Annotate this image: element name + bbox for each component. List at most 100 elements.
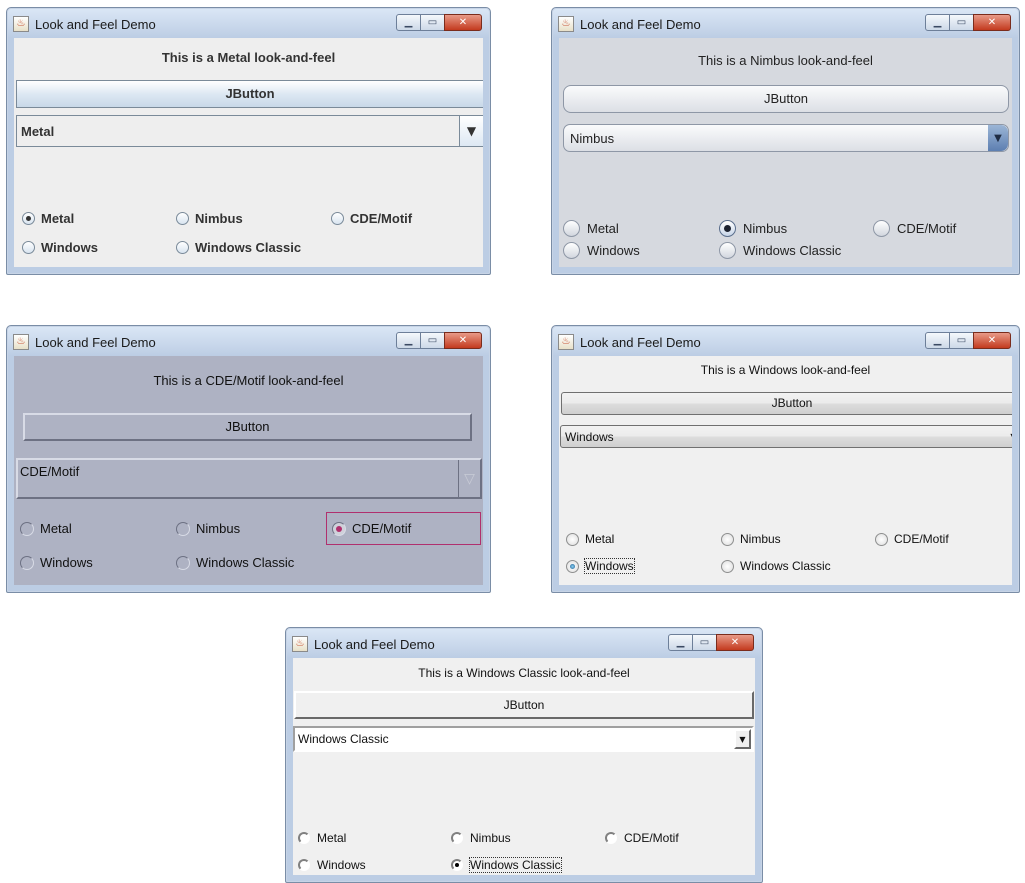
combo-value: CDE/Motif bbox=[20, 464, 80, 479]
radio-windows[interactable]: Windows bbox=[298, 858, 366, 872]
radio-metal[interactable]: Metal bbox=[22, 211, 74, 226]
look-and-feel-combo[interactable]: Metal ▼ bbox=[16, 115, 483, 147]
minimize-icon[interactable]: ▁ bbox=[396, 332, 421, 349]
radio-nimbus[interactable]: Nimbus bbox=[719, 220, 787, 237]
window-controls: ▁ ▭ ✕ bbox=[396, 14, 482, 31]
radio-metal[interactable]: Metal bbox=[563, 220, 619, 237]
radio-unselected-icon bbox=[451, 832, 463, 844]
combo-value: Metal bbox=[21, 123, 55, 139]
radio-label: Nimbus bbox=[195, 211, 243, 226]
radio-unselected-icon bbox=[566, 532, 579, 546]
radio-selected-icon bbox=[566, 559, 579, 573]
look-and-feel-combo[interactable]: CDE/Motif ▽ bbox=[16, 458, 482, 499]
radio-cde-motif[interactable]: CDE/Motif bbox=[331, 211, 412, 226]
radio-label: Windows Classic bbox=[469, 857, 562, 873]
radio-nimbus[interactable]: Nimbus bbox=[176, 521, 240, 536]
content-pane: This is a Windows look-and-feel JButton … bbox=[559, 356, 1012, 585]
jbutton[interactable]: JButton bbox=[16, 80, 483, 108]
jbutton[interactable]: JButton bbox=[23, 413, 472, 441]
title-bar[interactable]: ♨ Look and Feel Demo ▁ ▭ ✕ bbox=[552, 326, 1019, 356]
window-title: Look and Feel Demo bbox=[35, 17, 156, 32]
radio-selected-icon bbox=[451, 859, 463, 871]
look-and-feel-combo[interactable]: Windows ▼ bbox=[560, 425, 1012, 448]
content-pane: This is a Metal look-and-feel JButton Me… bbox=[14, 38, 483, 267]
window-controls: ▁ ▭ ✕ bbox=[925, 14, 1011, 31]
look-and-feel-combo[interactable]: Windows Classic ▼ bbox=[293, 726, 754, 752]
close-icon[interactable]: ✕ bbox=[973, 14, 1011, 31]
chevron-down-icon[interactable]: ▼ bbox=[988, 125, 1008, 151]
chevron-down-icon[interactable]: ▽ bbox=[458, 460, 480, 497]
radio-windows-classic[interactable]: Windows Classic bbox=[176, 240, 301, 255]
radio-windows[interactable]: Windows bbox=[563, 242, 640, 259]
radio-windows-classic[interactable]: Windows Classic bbox=[721, 559, 831, 573]
radio-label: CDE/Motif bbox=[350, 211, 413, 226]
radio-windows[interactable]: Windows bbox=[566, 558, 635, 574]
radio-unselected-icon bbox=[20, 555, 34, 570]
title-bar[interactable]: ♨ Look and Feel Demo ▁ ▭ ✕ bbox=[552, 8, 1019, 38]
jbutton[interactable]: JButton bbox=[561, 392, 1012, 415]
java-cup-icon: ♨ bbox=[558, 16, 574, 32]
chevron-down-icon[interactable]: ▼ bbox=[1005, 426, 1012, 447]
radio-cde-motif[interactable]: CDE/Motif bbox=[875, 532, 949, 546]
minimize-icon[interactable]: ▁ bbox=[668, 634, 693, 651]
radio-unselected-icon bbox=[298, 859, 310, 871]
maximize-icon[interactable]: ▭ bbox=[420, 332, 445, 349]
close-icon[interactable]: ✕ bbox=[973, 332, 1011, 349]
close-icon[interactable]: ✕ bbox=[444, 14, 482, 31]
window-controls: ▁ ▭ ✕ bbox=[396, 332, 482, 349]
radio-windows[interactable]: Windows bbox=[22, 240, 98, 255]
maximize-icon[interactable]: ▭ bbox=[692, 634, 717, 651]
content-pane: This is a Nimbus look-and-feel JButton N… bbox=[559, 38, 1012, 267]
radio-unselected-icon bbox=[563, 242, 580, 259]
radio-label: Windows bbox=[584, 558, 635, 574]
radio-nimbus[interactable]: Nimbus bbox=[176, 211, 243, 226]
radio-windows-classic[interactable]: Windows Classic bbox=[451, 857, 562, 873]
nimbus-demo-window: ♨ Look and Feel Demo ▁ ▭ ✕ This is a Nim… bbox=[551, 7, 1020, 275]
radio-windows-classic[interactable]: Windows Classic bbox=[176, 555, 294, 570]
window-controls: ▁ ▭ ✕ bbox=[925, 332, 1011, 349]
title-bar[interactable]: ♨ Look and Feel Demo ▁ ▭ ✕ bbox=[7, 8, 490, 38]
close-icon[interactable]: ✕ bbox=[444, 332, 482, 349]
minimize-icon[interactable]: ▁ bbox=[396, 14, 421, 31]
radio-metal[interactable]: Metal bbox=[20, 521, 72, 536]
radio-cde-motif[interactable]: CDE/Motif bbox=[605, 831, 679, 845]
radio-unselected-icon bbox=[605, 832, 617, 844]
maximize-icon[interactable]: ▭ bbox=[949, 332, 974, 349]
radio-unselected-icon bbox=[563, 220, 580, 237]
radio-selected-icon bbox=[332, 521, 346, 536]
radio-label: Windows bbox=[317, 858, 366, 872]
radio-cde-motif[interactable]: CDE/Motif bbox=[326, 512, 481, 545]
java-cup-icon: ♨ bbox=[292, 636, 308, 652]
radio-unselected-icon bbox=[873, 220, 890, 237]
radio-label: Nimbus bbox=[743, 221, 788, 236]
close-icon[interactable]: ✕ bbox=[716, 634, 754, 651]
radio-metal[interactable]: Metal bbox=[298, 831, 346, 845]
title-bar[interactable]: ♨ Look and Feel Demo ▁ ▭ ✕ bbox=[7, 326, 490, 356]
radio-label: CDE/Motif bbox=[624, 831, 679, 845]
jbutton[interactable]: JButton bbox=[294, 691, 754, 719]
radio-nimbus[interactable]: Nimbus bbox=[721, 532, 781, 546]
radio-windows[interactable]: Windows bbox=[20, 555, 93, 570]
maximize-icon[interactable]: ▭ bbox=[949, 14, 974, 31]
maximize-icon[interactable]: ▭ bbox=[420, 14, 445, 31]
look-and-feel-caption: This is a CDE/Motif look-and-feel bbox=[153, 373, 344, 388]
chevron-down-icon[interactable]: ▼ bbox=[459, 116, 483, 146]
chevron-down-icon[interactable]: ▼ bbox=[734, 729, 751, 749]
radio-nimbus[interactable]: Nimbus bbox=[451, 831, 511, 845]
radio-selected-icon bbox=[719, 220, 736, 237]
radio-windows-classic[interactable]: Windows Classic bbox=[719, 242, 841, 259]
radio-metal[interactable]: Metal bbox=[566, 532, 614, 546]
window-title: Look and Feel Demo bbox=[35, 335, 156, 350]
minimize-icon[interactable]: ▁ bbox=[925, 332, 950, 349]
look-and-feel-combo[interactable]: Nimbus ▼ bbox=[563, 124, 1009, 152]
content-pane: This is a Windows Classic look-and-feel … bbox=[293, 658, 755, 875]
title-bar[interactable]: ♨ Look and Feel Demo ▁ ▭ ✕ bbox=[286, 628, 762, 658]
jbutton[interactable]: JButton bbox=[563, 85, 1009, 113]
minimize-icon[interactable]: ▁ bbox=[925, 14, 950, 31]
java-cup-icon: ♨ bbox=[13, 334, 29, 350]
radio-label: Windows bbox=[40, 555, 93, 570]
combo-value: Windows Classic bbox=[298, 732, 389, 746]
radio-cde-motif[interactable]: CDE/Motif bbox=[873, 220, 956, 237]
look-and-feel-caption: This is a Nimbus look-and-feel bbox=[698, 53, 873, 68]
radio-unselected-icon bbox=[721, 559, 734, 573]
